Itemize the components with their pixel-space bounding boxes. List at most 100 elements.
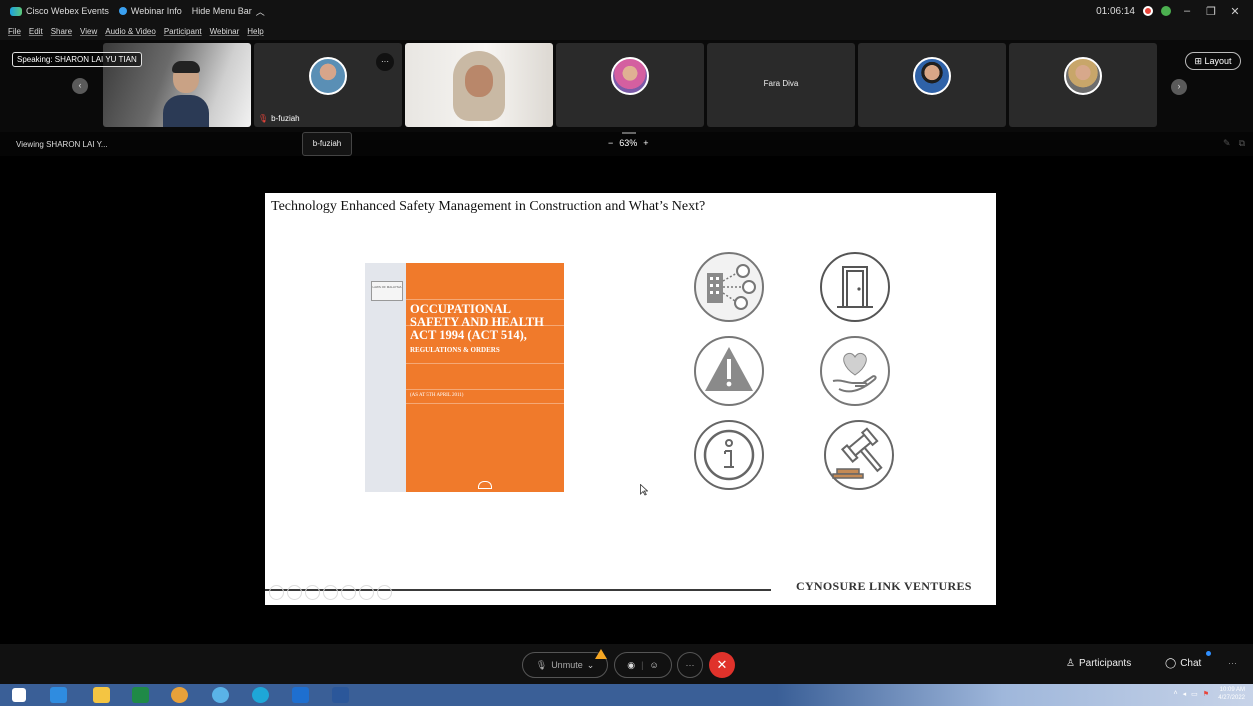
zoom-icon[interactable]	[341, 585, 356, 600]
participants-button[interactable]: ♙ Participants	[1066, 658, 1131, 669]
prev-slide-icon[interactable]	[269, 585, 284, 600]
menu-file[interactable]: File	[8, 27, 21, 36]
viewing-label: Viewing SHARON LAI Y...	[16, 140, 108, 149]
layout-button[interactable]: ⊞ Layout	[1185, 52, 1241, 70]
file-explorer-icon[interactable]	[93, 687, 110, 703]
video-tile-6[interactable]	[858, 43, 1006, 127]
grid-icon: ⊞	[1194, 56, 1202, 66]
webex-window: Cisco Webex Events Webinar Info Hide Men…	[0, 0, 1253, 706]
video-tile-3[interactable]	[405, 43, 553, 127]
menu-help[interactable]: Help	[247, 27, 263, 36]
more-options-icon[interactable]: ···	[376, 53, 394, 71]
network-icon[interactable]: ▭	[1191, 690, 1198, 698]
menu-webinar[interactable]: Webinar	[210, 27, 240, 36]
mic-muted-icon: 🎙	[535, 659, 548, 670]
network-building-icon	[694, 252, 764, 322]
menu-participant[interactable]: Participant	[164, 27, 202, 36]
book-label: LAWS OF MALAYSIA	[371, 281, 403, 301]
zoom-in-button[interactable]: +	[643, 138, 648, 148]
webinar-info-menu[interactable]: Webinar Info	[118, 6, 182, 16]
system-tray: ˄ ◂ ▭ ⚑	[1173, 690, 1209, 698]
participant-video	[163, 61, 209, 127]
app-title[interactable]: Cisco Webex Events	[10, 6, 109, 16]
unmute-label: Unmute	[551, 660, 583, 670]
participants-label: Participants	[1078, 658, 1132, 669]
chat-button[interactable]: ◯ Chat	[1165, 658, 1201, 669]
clock[interactable]: 10:09 AM 4/27/2022	[1218, 686, 1245, 702]
slide-controls	[269, 585, 392, 600]
chevron-up-icon[interactable]: ˄	[1173, 690, 1177, 698]
menu-bar: File Edit Share View Audio & Video Parti…	[0, 22, 1253, 40]
cover-line	[406, 299, 564, 300]
cover-line	[406, 403, 564, 404]
mouse-cursor-icon	[640, 484, 648, 496]
zoom-control: − 63% +	[608, 138, 649, 148]
search-app-icon[interactable]	[212, 687, 229, 703]
video-tile-4[interactable]	[556, 43, 704, 127]
gavel-icon	[824, 420, 894, 490]
internet-explorer-icon[interactable]	[50, 687, 67, 703]
video-body	[163, 95, 209, 127]
word-icon[interactable]	[332, 687, 349, 703]
video-tile-5[interactable]: Fara Diva	[707, 43, 855, 127]
network-status-icon[interactable]	[1161, 6, 1171, 16]
layout-label: Layout	[1204, 56, 1232, 66]
more-icon[interactable]	[377, 585, 392, 600]
shared-slide: Technology Enhanced Safety Management in…	[265, 193, 996, 605]
menu-view[interactable]: View	[80, 27, 97, 36]
edge-icon[interactable]	[252, 687, 269, 703]
chevron-down-icon[interactable]: ⌄	[587, 660, 595, 671]
copy-icon[interactable]	[323, 585, 338, 600]
menu-edit[interactable]: Edit	[29, 27, 43, 36]
warning-triangle-icon	[595, 649, 607, 659]
reaction-icon[interactable]: ☺	[650, 660, 659, 670]
avatar	[913, 57, 951, 95]
more-panels-icon[interactable]: ···	[1228, 658, 1237, 668]
divider: |	[641, 660, 644, 670]
clock-date: 4/27/2022	[1218, 695, 1245, 701]
participant-name: b-fuziah	[271, 114, 300, 123]
pause-icon[interactable]	[287, 585, 302, 600]
volume-icon[interactable]: ◂	[1183, 690, 1187, 698]
more-options-button[interactable]: ···	[677, 652, 703, 678]
annotate-icon[interactable]: ✎	[1223, 138, 1231, 149]
video-tile-7[interactable]	[1009, 43, 1157, 127]
menu-share[interactable]: Share	[51, 27, 72, 36]
minimize-icon[interactable]: –	[1179, 5, 1195, 17]
title-bar: Cisco Webex Events Webinar Info Hide Men…	[0, 0, 1253, 22]
windows-taskbar: ˄ ◂ ▭ ⚑ 10:09 AM 4/27/2022	[0, 684, 1253, 706]
screen-icon[interactable]	[359, 585, 374, 600]
menu-audio-video[interactable]: Audio & Video	[105, 27, 156, 36]
warning-icon	[694, 336, 764, 406]
info-shield-icon	[118, 7, 127, 15]
viewing-bar: Viewing SHARON LAI Y... b-fuziah − 63% +…	[0, 132, 1253, 156]
windows-start-icon[interactable]	[12, 688, 26, 702]
hide-menu-bar-button[interactable]: Hide Menu Bar ︿	[192, 5, 265, 18]
participant-name: Fara Diva	[763, 79, 799, 88]
fullscreen-icon[interactable]: ⧉	[1239, 138, 1245, 149]
video-tile-2[interactable]: ··· 🎙 b-fuziah	[254, 43, 402, 127]
cover-line	[406, 389, 564, 390]
webex-taskbar-icon[interactable]	[292, 687, 309, 703]
restore-icon[interactable]: ❐	[1203, 5, 1219, 18]
video-hair	[172, 61, 200, 73]
chevron-right-icon[interactable]: ›	[1171, 79, 1187, 95]
video-button[interactable]: ◉ | ☺	[614, 652, 672, 678]
recording-icon[interactable]	[1143, 6, 1153, 16]
chat-icon: ◯	[1165, 658, 1177, 669]
view-options: ✎ ⧉	[1223, 138, 1245, 149]
close-icon[interactable]: ✕	[1227, 5, 1243, 18]
chrome-icon[interactable]	[171, 687, 188, 703]
pen-icon[interactable]	[305, 585, 320, 600]
avatar	[611, 57, 649, 95]
zoom-out-button[interactable]: −	[608, 138, 613, 148]
heart-hand-icon	[820, 336, 890, 406]
book-subtitle: REGULATIONS & ORDERS	[410, 346, 500, 354]
slide-brand: CYNOSURE LINK VENTURES	[796, 579, 972, 593]
chevron-left-icon[interactable]: ‹	[72, 78, 88, 94]
leave-meeting-button[interactable]: ✕	[709, 652, 735, 678]
camera-icon: ◉	[627, 659, 636, 670]
flag-icon[interactable]: ⚑	[1203, 690, 1209, 698]
drag-handle[interactable]	[622, 132, 636, 134]
store-icon[interactable]	[132, 687, 149, 703]
